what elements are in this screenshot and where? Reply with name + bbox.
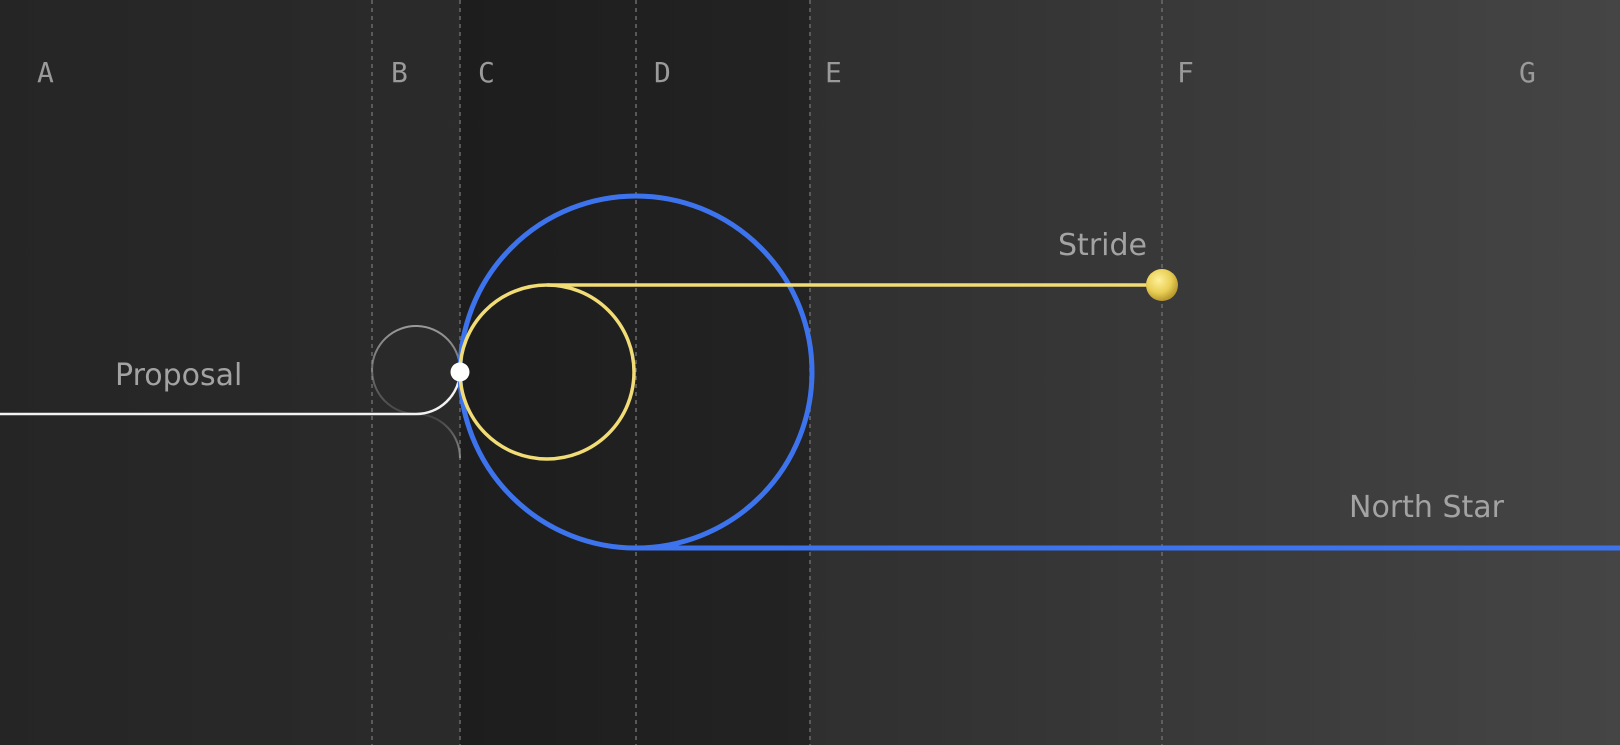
journey-diagram: A B C D E F G Proposal Stride North Star [0,0,1620,745]
column-label-d: D [654,56,671,89]
column-label-c: C [478,56,495,89]
column-label-a: A [37,56,54,89]
column-label-b: B [391,56,408,89]
column-label-g: G [1519,56,1536,89]
stride-label: Stride [1058,228,1147,263]
column-label-e: E [825,56,842,89]
north-star-label: North Star [1349,490,1505,525]
column-label-f: F [1177,56,1194,89]
proposal-label: Proposal [115,358,242,393]
diagram-stage: A B C D E F G Proposal Stride North Star [0,0,1620,745]
start-node [450,362,470,382]
stride-endpoint [1146,269,1178,301]
